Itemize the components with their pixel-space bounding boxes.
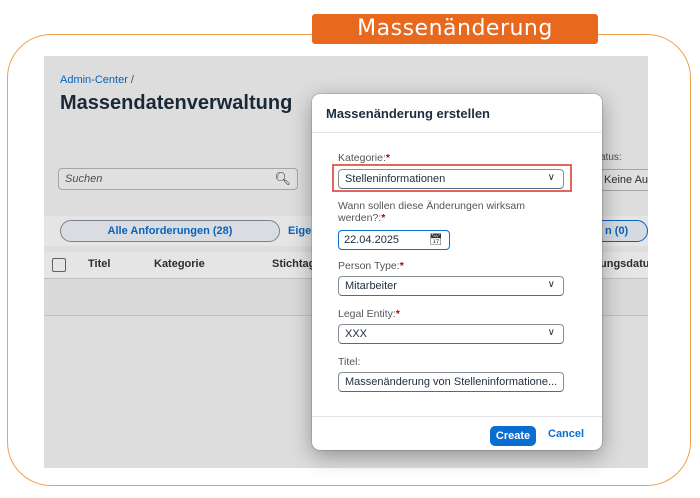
legal-entity-value: XXX bbox=[345, 328, 368, 340]
create-mass-change-dialog: Massenänderung erstellen Kategorie:* Ste… bbox=[312, 94, 602, 450]
person-type-value: Mitarbeiter bbox=[345, 280, 397, 292]
category-label: Kategorie:* bbox=[338, 152, 390, 164]
required-mark: * bbox=[399, 260, 404, 272]
title-label: Titel: bbox=[338, 356, 361, 368]
effective-date-input[interactable]: 22.04.2025 📅︎ bbox=[338, 230, 450, 250]
category-select[interactable]: Stelleninformationen ∨ bbox=[338, 169, 564, 189]
cancel-button[interactable]: Cancel bbox=[548, 428, 584, 440]
calendar-icon[interactable]: 📅︎ bbox=[429, 233, 443, 246]
dialog-footer-divider bbox=[312, 416, 602, 417]
required-mark: * bbox=[381, 212, 386, 224]
title-input[interactable]: Massenänderung von Stelleninformatione..… bbox=[338, 372, 564, 392]
create-button[interactable]: Create bbox=[490, 426, 536, 446]
person-type-label-text: Person Type: bbox=[338, 260, 400, 272]
chevron-down-icon[interactable]: ∨ bbox=[548, 279, 555, 290]
chevron-down-icon[interactable]: ∨ bbox=[548, 172, 555, 183]
legal-entity-label: Legal Entity:* bbox=[338, 308, 400, 320]
chevron-down-icon[interactable]: ∨ bbox=[548, 327, 555, 338]
legal-entity-label-text: Legal Entity: bbox=[338, 308, 396, 320]
legal-entity-select[interactable]: XXX ∨ bbox=[338, 324, 564, 344]
dialog-title: Massenänderung erstellen bbox=[326, 106, 490, 121]
category-value: Stelleninformationen bbox=[345, 173, 446, 185]
effective-date-value: 22.04.2025 bbox=[344, 234, 400, 246]
required-mark: * bbox=[385, 152, 390, 164]
person-type-select[interactable]: Mitarbeiter ∨ bbox=[338, 276, 564, 296]
effective-date-label-text: Wann sollen diese Änderungen wirksam wer… bbox=[338, 200, 525, 224]
dialog-divider bbox=[312, 132, 602, 133]
section-banner: Massenänderung bbox=[312, 14, 598, 44]
effective-date-label: Wann sollen diese Änderungen wirksam wer… bbox=[338, 200, 558, 224]
person-type-label: Person Type:* bbox=[338, 260, 404, 272]
required-mark: * bbox=[395, 308, 400, 320]
category-label-text: Kategorie: bbox=[338, 152, 386, 164]
